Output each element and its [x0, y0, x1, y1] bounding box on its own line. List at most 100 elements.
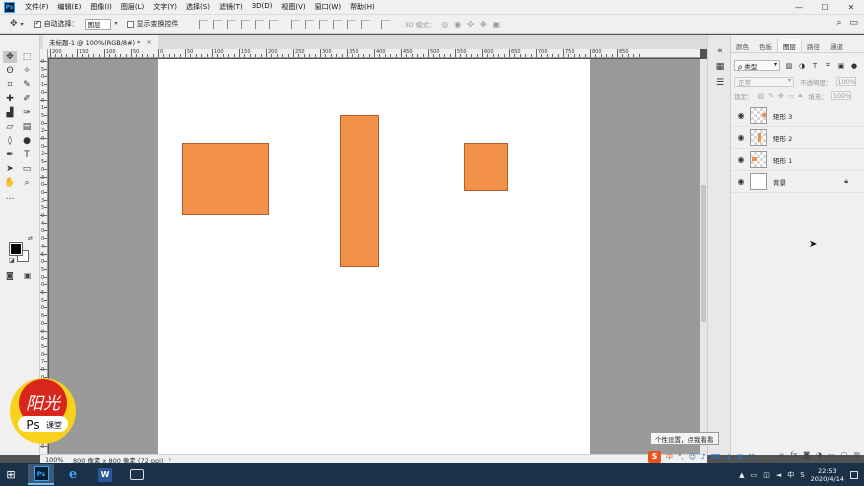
lock-artboard-icon[interactable]: ▭: [788, 92, 795, 100]
menu-select[interactable]: 选择(S): [186, 2, 210, 12]
menu-layer[interactable]: 图层(L): [121, 2, 144, 12]
layer-name[interactable]: 矩形 1: [773, 155, 792, 165]
auto-select-checkbox[interactable]: [33, 19, 41, 28]
close-icon[interactable]: ✕: [838, 0, 864, 14]
tab-swatches[interactable]: 色板: [754, 39, 777, 52]
filter-smart-icon[interactable]: ▣: [837, 62, 845, 70]
pen-tool-icon[interactable]: ✒: [3, 149, 17, 161]
rectangle-1[interactable]: [182, 143, 269, 215]
layer-row[interactable]: ◉ 矩形 3: [731, 105, 864, 127]
menu-edit[interactable]: 编辑(E): [58, 2, 82, 12]
menu-window[interactable]: 窗口(W): [315, 2, 341, 12]
vertical-scroll-thumb[interactable]: [701, 185, 706, 322]
roll-3d-icon[interactable]: ◉: [454, 20, 461, 29]
layer-lock-icon[interactable]: 🔒︎: [844, 177, 848, 186]
swap-colors-icon[interactable]: ⇄: [28, 235, 33, 242]
ime-voice-icon[interactable]: ♪: [701, 453, 705, 461]
properties-panel-icon[interactable]: ☰: [714, 77, 726, 89]
blur-tool-icon[interactable]: ◊: [3, 135, 17, 147]
quick-mask-icon[interactable]: ◙: [6, 271, 14, 280]
ime-mode[interactable]: 中: [666, 452, 673, 462]
tab-channels[interactable]: 通道: [825, 39, 848, 52]
distribute-left-icon[interactable]: [332, 19, 342, 29]
distribute-right-icon[interactable]: [360, 19, 370, 29]
visibility-eye-icon[interactable]: ◉: [736, 133, 746, 142]
tray-sogou-icon[interactable]: S: [800, 471, 804, 479]
menu-help[interactable]: 帮助(H): [350, 2, 375, 12]
lock-image-icon[interactable]: ✎: [768, 92, 774, 100]
filter-pixel-icon[interactable]: ▨: [785, 62, 793, 70]
history-panel-icon[interactable]: ▦: [714, 61, 726, 73]
blend-mode-dropdown[interactable]: 正常: [734, 76, 794, 87]
ime-skin-icon[interactable]: ♟: [726, 453, 732, 461]
lock-transparent-icon[interactable]: ▨: [758, 92, 765, 100]
menu-view[interactable]: 视图(V): [281, 2, 305, 12]
distribute-hcenter-icon[interactable]: [346, 19, 356, 29]
more-tools-icon[interactable]: …: [3, 191, 17, 203]
search-icon[interactable]: ⌕: [836, 18, 841, 28]
default-colors-icon[interactable]: ◪: [9, 257, 15, 264]
visibility-eye-icon[interactable]: ◉: [736, 111, 746, 120]
tray-display-icon[interactable]: ▭: [751, 471, 758, 479]
zoom-tool-icon[interactable]: ⌕: [20, 177, 34, 189]
layer-name[interactable]: 矩形 2: [773, 133, 792, 143]
distribute-top-icon[interactable]: [290, 19, 300, 29]
align-bottom-icon[interactable]: [226, 19, 236, 29]
horizontal-ruler[interactable]: 200 150 100 50 0 50 100 150 200 250 300 350 400 450 50…: [48, 49, 700, 58]
minimize-icon[interactable]: —: [786, 0, 812, 14]
filter-type-icon[interactable]: T: [811, 62, 819, 70]
start-windows-icon[interactable]: ⊞: [0, 463, 22, 486]
stamp-tool-icon[interactable]: ▟: [3, 107, 17, 119]
eyedropper-tool-icon[interactable]: ✎: [20, 79, 34, 91]
ime-keyboard-icon[interactable]: ⌨: [711, 453, 721, 461]
maximize-icon[interactable]: ☐: [812, 0, 838, 14]
slide-3d-icon[interactable]: ✥: [480, 20, 487, 29]
align-vcenter-icon[interactable]: [212, 19, 222, 29]
healing-tool-icon[interactable]: ✚: [3, 93, 17, 105]
dodge-tool-icon[interactable]: ●: [20, 135, 34, 147]
layer-filter-dropdown[interactable]: ρ 类型: [734, 60, 780, 71]
menu-type[interactable]: 文字(Y): [153, 2, 177, 12]
gradient-tool-icon[interactable]: ▤: [20, 121, 34, 133]
chevron-down-icon[interactable]: ▾: [21, 21, 24, 28]
opacity-input[interactable]: 100%: [835, 77, 856, 86]
tray-volume-icon[interactable]: ◄: [776, 471, 781, 479]
orbit-3d-icon[interactable]: ◎: [441, 20, 448, 29]
transform-controls-checkbox[interactable]: [126, 20, 134, 28]
tray-network-icon[interactable]: ◫: [763, 471, 770, 479]
move-tool-icon[interactable]: ✥: [3, 51, 17, 63]
vertical-scrollbar[interactable]: [700, 59, 707, 454]
taskbar-ie[interactable]: e: [60, 464, 86, 485]
align-right-icon[interactable]: [268, 19, 278, 29]
path-select-tool-icon[interactable]: ➤: [3, 163, 17, 175]
taskbar-photoshop[interactable]: Ps: [28, 464, 54, 485]
align-top-icon[interactable]: [198, 19, 208, 29]
sogou-ime-icon[interactable]: S: [648, 450, 661, 463]
filter-shape-icon[interactable]: ⌗: [824, 61, 832, 70]
filter-adjustment-icon[interactable]: ◑: [798, 62, 806, 70]
visibility-eye-icon[interactable]: ◉: [736, 155, 746, 164]
lock-all-icon[interactable]: 🔒︎: [799, 91, 803, 100]
collapse-panels-icon[interactable]: «: [714, 45, 726, 57]
document-tab[interactable]: 未标题-1 @ 100%(RGB/8#) * ×: [43, 35, 158, 49]
ime-emoji-icon[interactable]: ☺: [689, 453, 696, 461]
layer-row[interactable]: ◉ 矩形 2: [731, 127, 864, 149]
align-left-icon[interactable]: [240, 19, 250, 29]
tab-paths[interactable]: 路径: [802, 39, 825, 52]
fill-input[interactable]: 100%: [830, 91, 851, 100]
tray-arrow-icon[interactable]: ▲: [739, 471, 744, 479]
foreground-color-swatch[interactable]: [9, 242, 23, 256]
screen-mode-icon[interactable]: ▣: [24, 271, 32, 280]
move-tool-icon[interactable]: ✥: [10, 19, 18, 29]
history-brush-tool-icon[interactable]: ✑: [20, 107, 34, 119]
tray-ime-indicator[interactable]: 中: [787, 470, 794, 480]
ime-menu-icon[interactable]: ☷: [749, 453, 755, 461]
menu-image[interactable]: 图像(I): [90, 2, 112, 12]
status-menu-icon[interactable]: ›: [168, 456, 170, 463]
brush-tool-icon[interactable]: ✐: [20, 93, 34, 105]
ime-punct-icon[interactable]: °,: [678, 453, 684, 461]
rectangle-2[interactable]: [340, 115, 379, 267]
distribute-bottom-icon[interactable]: [318, 19, 328, 29]
hand-tool-icon[interactable]: ✋: [3, 177, 17, 189]
notification-icon[interactable]: [850, 470, 858, 479]
